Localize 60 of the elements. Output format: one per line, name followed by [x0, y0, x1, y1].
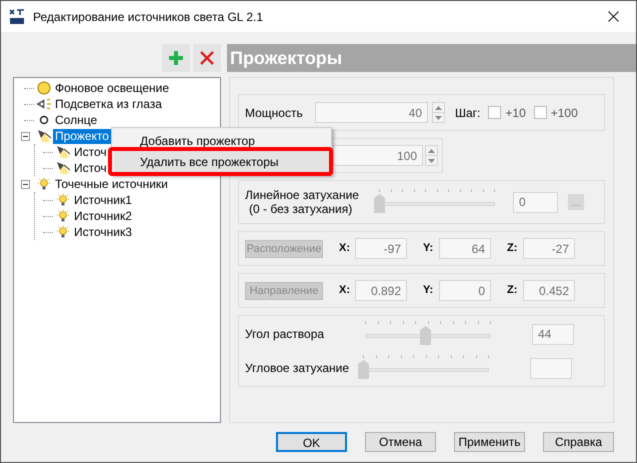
collapse-toggle[interactable] [20, 132, 30, 140]
tree-item[interactable]: Источ [72, 160, 109, 176]
spin-buttons[interactable] [425, 145, 438, 166]
field-label: Линейное затухание (0 - без затухания) [245, 188, 360, 216]
number-field[interactable]: 100 [333, 145, 423, 166]
tree-item[interactable]: Прожекто [53, 128, 111, 144]
section-heading: Прожекторы [227, 44, 636, 72]
tree-item[interactable]: Источник1 [72, 192, 134, 208]
checkbox-label: +10 [505, 104, 526, 122]
axis-label: X: [339, 241, 351, 256]
plus-icon [169, 51, 183, 65]
axis-label: Z: [507, 241, 518, 256]
checkbox-label: +100 [550, 104, 578, 122]
slider-thumb[interactable] [374, 194, 385, 213]
number-field[interactable]: 0 [513, 192, 558, 212]
eye-icon [36, 97, 52, 111]
checkbox[interactable] [488, 106, 502, 119]
number-field[interactable] [530, 358, 572, 378]
lightbulb-icon [54, 224, 70, 240]
spin-buttons[interactable] [432, 102, 445, 123]
field-label: Угловое затухание [245, 360, 350, 377]
tree-item[interactable]: Подсветка из глаза [53, 96, 164, 112]
axis-label: Z: [507, 283, 518, 298]
axis-label: Y: [423, 241, 434, 256]
slider-thumb[interactable] [420, 326, 431, 345]
spotlight-icon [36, 129, 52, 143]
tree-item[interactable]: Источник2 [72, 208, 134, 224]
lightbulb-icon [36, 176, 52, 192]
delete-button[interactable] [193, 44, 221, 72]
field-label: Угол раствора [245, 326, 326, 343]
add-button[interactable] [162, 44, 190, 72]
tree-item[interactable]: Точечные источники [53, 176, 170, 192]
checkbox[interactable] [534, 106, 547, 119]
lightbulb-icon [54, 208, 70, 224]
dialog-button[interactable]: Применить [454, 432, 525, 452]
menu-item[interactable]: Добавить прожектор [114, 130, 329, 151]
close-icon [608, 11, 619, 22]
collapse-toggle[interactable] [20, 180, 30, 188]
close-icon [200, 51, 214, 65]
spotlight-icon [54, 161, 70, 175]
circle-icon [36, 81, 50, 95]
lightbulb-icon [54, 192, 70, 208]
tree-item[interactable]: Источ [72, 144, 109, 160]
tree-item[interactable]: Солнце [53, 112, 100, 128]
window-title: Редактирование источников света GL 2.1 [33, 8, 264, 26]
field-label: Шаг: [455, 104, 480, 122]
field-label: Мощность [245, 104, 304, 122]
tree-item[interactable]: Источник3 [72, 224, 134, 240]
number-field[interactable]: 40 [315, 102, 428, 123]
number-field[interactable]: 44 [532, 324, 574, 344]
spotlight-icon [54, 145, 70, 159]
tree-item[interactable]: Фоновое освещение [53, 80, 172, 96]
axis-label: Y: [423, 283, 434, 298]
axis-label: X: [339, 283, 351, 298]
dialog-button[interactable]: Отмена [365, 432, 436, 452]
app-logo-icon [9, 8, 25, 24]
slider-thumb[interactable] [358, 360, 369, 379]
dialog-button[interactable]: Справка [543, 432, 614, 452]
dialog-button[interactable]: OK [276, 432, 347, 452]
menu-item[interactable]: Удалить все прожекторы [114, 151, 329, 172]
